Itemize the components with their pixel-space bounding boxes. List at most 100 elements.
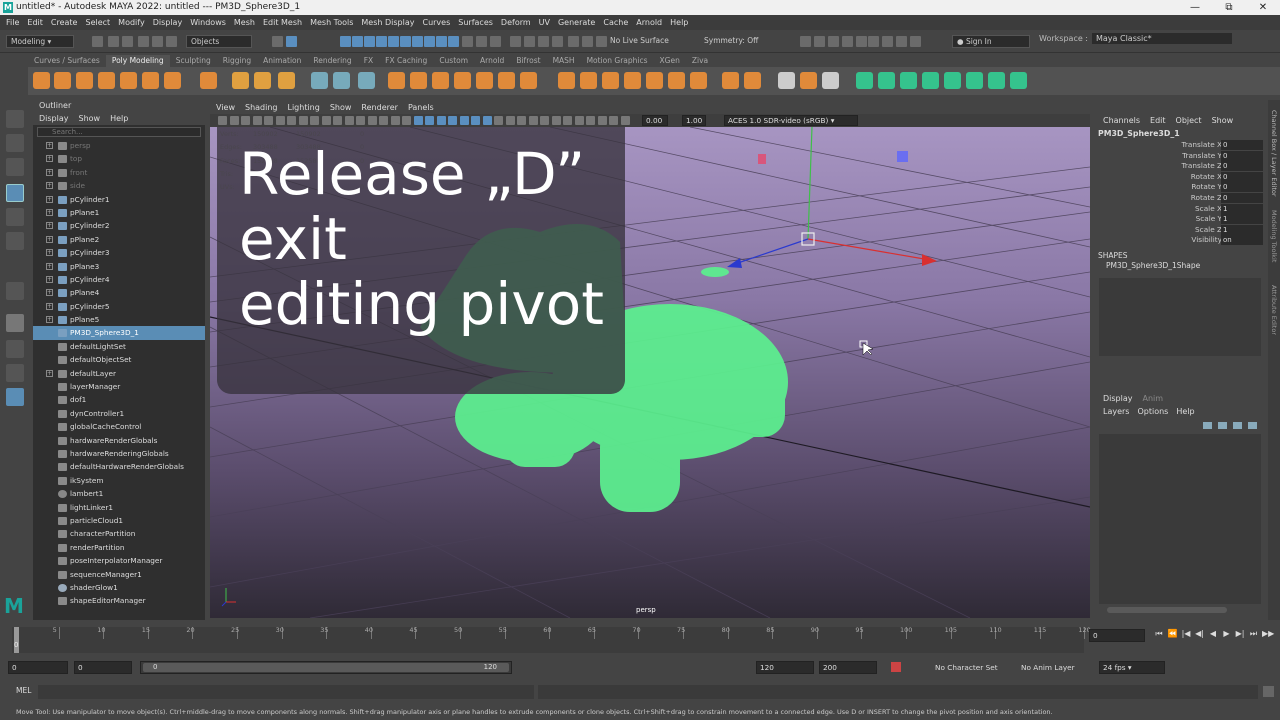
menu-arnold[interactable]: Arnold (636, 18, 662, 27)
anim-layer-dropdown[interactable]: No Anim Layer (1021, 661, 1075, 674)
outliner-item[interactable]: PM3D_Sphere3D_1 (33, 326, 205, 340)
playback-control-icon[interactable]: ⏭ (1249, 629, 1259, 639)
viewport-tool-icon[interactable] (229, 116, 239, 125)
fps-dropdown[interactable]: 24 fps ▾ (1099, 661, 1165, 674)
viewport-tool-icon[interactable] (528, 116, 538, 125)
close-button[interactable]: ✕ (1246, 0, 1280, 15)
expand-icon[interactable]: + (46, 142, 53, 149)
viewport-tool-icon[interactable] (390, 116, 400, 125)
outliner-item[interactable]: + defaultLayer (33, 367, 205, 380)
status-tool-icon[interactable] (424, 36, 435, 47)
outliner-menu-display[interactable]: Display (39, 112, 69, 125)
channel-menu-edit[interactable]: Edit (1150, 114, 1166, 128)
status-tool-icon[interactable] (896, 36, 907, 47)
layer-menu-options[interactable]: Options (1137, 405, 1168, 418)
shelf-tool-icon[interactable] (254, 72, 271, 89)
menu-edit[interactable]: Edit (27, 18, 43, 27)
outliner-search-input[interactable]: Search... (37, 127, 201, 137)
playback-control-icon[interactable]: ◀ (1208, 629, 1218, 639)
attribute-value-field[interactable]: 0 (1221, 193, 1263, 203)
shelf-tool-icon[interactable] (966, 72, 983, 89)
shelf-tool-icon[interactable] (432, 72, 449, 89)
outliner-item[interactable]: shaderGlow1 (33, 581, 205, 594)
maximize-button[interactable]: ⧉ (1212, 0, 1246, 15)
shelf-tab-fx[interactable]: FX (358, 55, 379, 67)
outliner-item[interactable]: + pCylinder2 (33, 219, 205, 232)
viewport-tool-icon[interactable] (218, 116, 227, 125)
animation-end-field[interactable]: 200 (819, 661, 877, 674)
status-tool-icon[interactable] (828, 36, 839, 47)
playback-control-icon[interactable]: ▶ (1222, 629, 1232, 639)
viewport-tool-icon[interactable] (609, 116, 618, 125)
outliner-item[interactable]: dof1 (33, 393, 205, 406)
outliner-item[interactable]: lambert1 (33, 487, 205, 500)
outliner-item[interactable]: + front (33, 166, 205, 179)
shelf-tab-motion-graphics[interactable]: Motion Graphics (581, 55, 654, 67)
viewport-menu-panels[interactable]: Panels (408, 101, 434, 114)
menu-modify[interactable]: Modify (118, 18, 145, 27)
current-frame-field[interactable]: 0 (1089, 629, 1145, 642)
expand-icon[interactable]: + (46, 222, 53, 230)
viewport-tool-icon[interactable] (367, 116, 377, 125)
shelf-tab-mash[interactable]: MASH (547, 55, 581, 67)
attribute-editor-side-tab[interactable]: Attribute Editor (1270, 285, 1278, 335)
viewport-menu-show[interactable]: Show (330, 101, 352, 114)
shelf-tool-icon[interactable] (646, 72, 663, 89)
status-tool-icon[interactable] (814, 36, 825, 47)
viewport-menu-shading[interactable]: Shading (245, 101, 278, 114)
viewport-tool-icon[interactable] (241, 116, 250, 125)
status-tool-icon[interactable] (436, 36, 447, 47)
new-layer-icon[interactable] (1233, 422, 1242, 429)
outliner-item[interactable]: defaultObjectSet (33, 353, 205, 366)
shelf-tool-icon[interactable] (54, 72, 71, 89)
attribute-value-field[interactable]: 1 (1221, 224, 1263, 235)
viewport-tool-icon[interactable] (287, 116, 296, 125)
outliner-layout-icon[interactable] (6, 388, 24, 406)
menu-help[interactable]: Help (670, 18, 688, 27)
status-tool-icon[interactable] (462, 36, 473, 47)
outliner-item[interactable]: + pCylinder4 (33, 273, 205, 286)
viewport-tool-icon[interactable] (540, 116, 549, 125)
attribute-value-field[interactable]: 0 (1221, 140, 1263, 150)
status-tool-icon[interactable] (108, 36, 119, 47)
outliner-item[interactable]: hardwareRenderingGlobals (33, 447, 205, 460)
playback-start-field[interactable]: 0 (74, 661, 132, 674)
viewport-tool-icon[interactable] (574, 116, 584, 125)
colorspace-dropdown[interactable]: ACES 1.0 SDR-video (sRGB) ▾ (724, 115, 858, 126)
layer-menu-layers[interactable]: Layers (1103, 405, 1129, 418)
shelf-tool-icon[interactable] (778, 72, 795, 89)
viewport-tool-icon[interactable] (494, 116, 503, 125)
move-tool-icon[interactable] (6, 184, 24, 202)
outliner-item[interactable]: dynController1 (33, 407, 205, 420)
outliner-item[interactable]: particleCloud1 (33, 514, 205, 527)
playback-control-icon[interactable]: ⏮ (1154, 629, 1164, 639)
scale-tool-icon[interactable] (6, 232, 24, 250)
lasso-tool-icon[interactable] (6, 134, 24, 152)
rotate-tool-icon[interactable] (6, 208, 24, 226)
menu-curves[interactable]: Curves (422, 18, 450, 27)
outliner-item[interactable]: + pCylinder5 (33, 300, 205, 313)
outliner-item[interactable]: + pPlane3 (33, 260, 205, 273)
shelf-tool-icon[interactable] (558, 72, 575, 89)
shelf-tool-icon[interactable] (822, 72, 839, 89)
shelf-tool-icon[interactable] (624, 72, 641, 89)
viewport-tool-icon[interactable] (252, 116, 262, 125)
channel-menu-show[interactable]: Show (1212, 114, 1234, 128)
status-tool-icon[interactable] (138, 36, 149, 47)
viewport-tool-icon[interactable] (436, 116, 446, 125)
outliner-item[interactable]: + top (33, 152, 205, 165)
attribute-value-field[interactable]: 0 (1221, 182, 1263, 193)
expand-icon[interactable]: + (46, 275, 53, 283)
viewport-tool-icon[interactable] (344, 116, 354, 125)
viewport-tool-icon[interactable] (264, 116, 273, 125)
menu-mesh[interactable]: Mesh (234, 18, 255, 27)
status-tool-icon[interactable] (272, 36, 283, 47)
shelf-tool-icon[interactable] (232, 72, 249, 89)
attribute-value-field[interactable]: 0 (1221, 171, 1263, 182)
outliner-item[interactable]: poseInterpolatorManager (33, 554, 205, 567)
viewport-tool-icon[interactable] (298, 116, 308, 125)
viewport-tool-icon[interactable] (471, 116, 480, 125)
status-tool-icon[interactable] (538, 36, 549, 47)
status-tool-icon[interactable] (882, 36, 893, 47)
viewport-tool-icon[interactable] (321, 116, 331, 125)
